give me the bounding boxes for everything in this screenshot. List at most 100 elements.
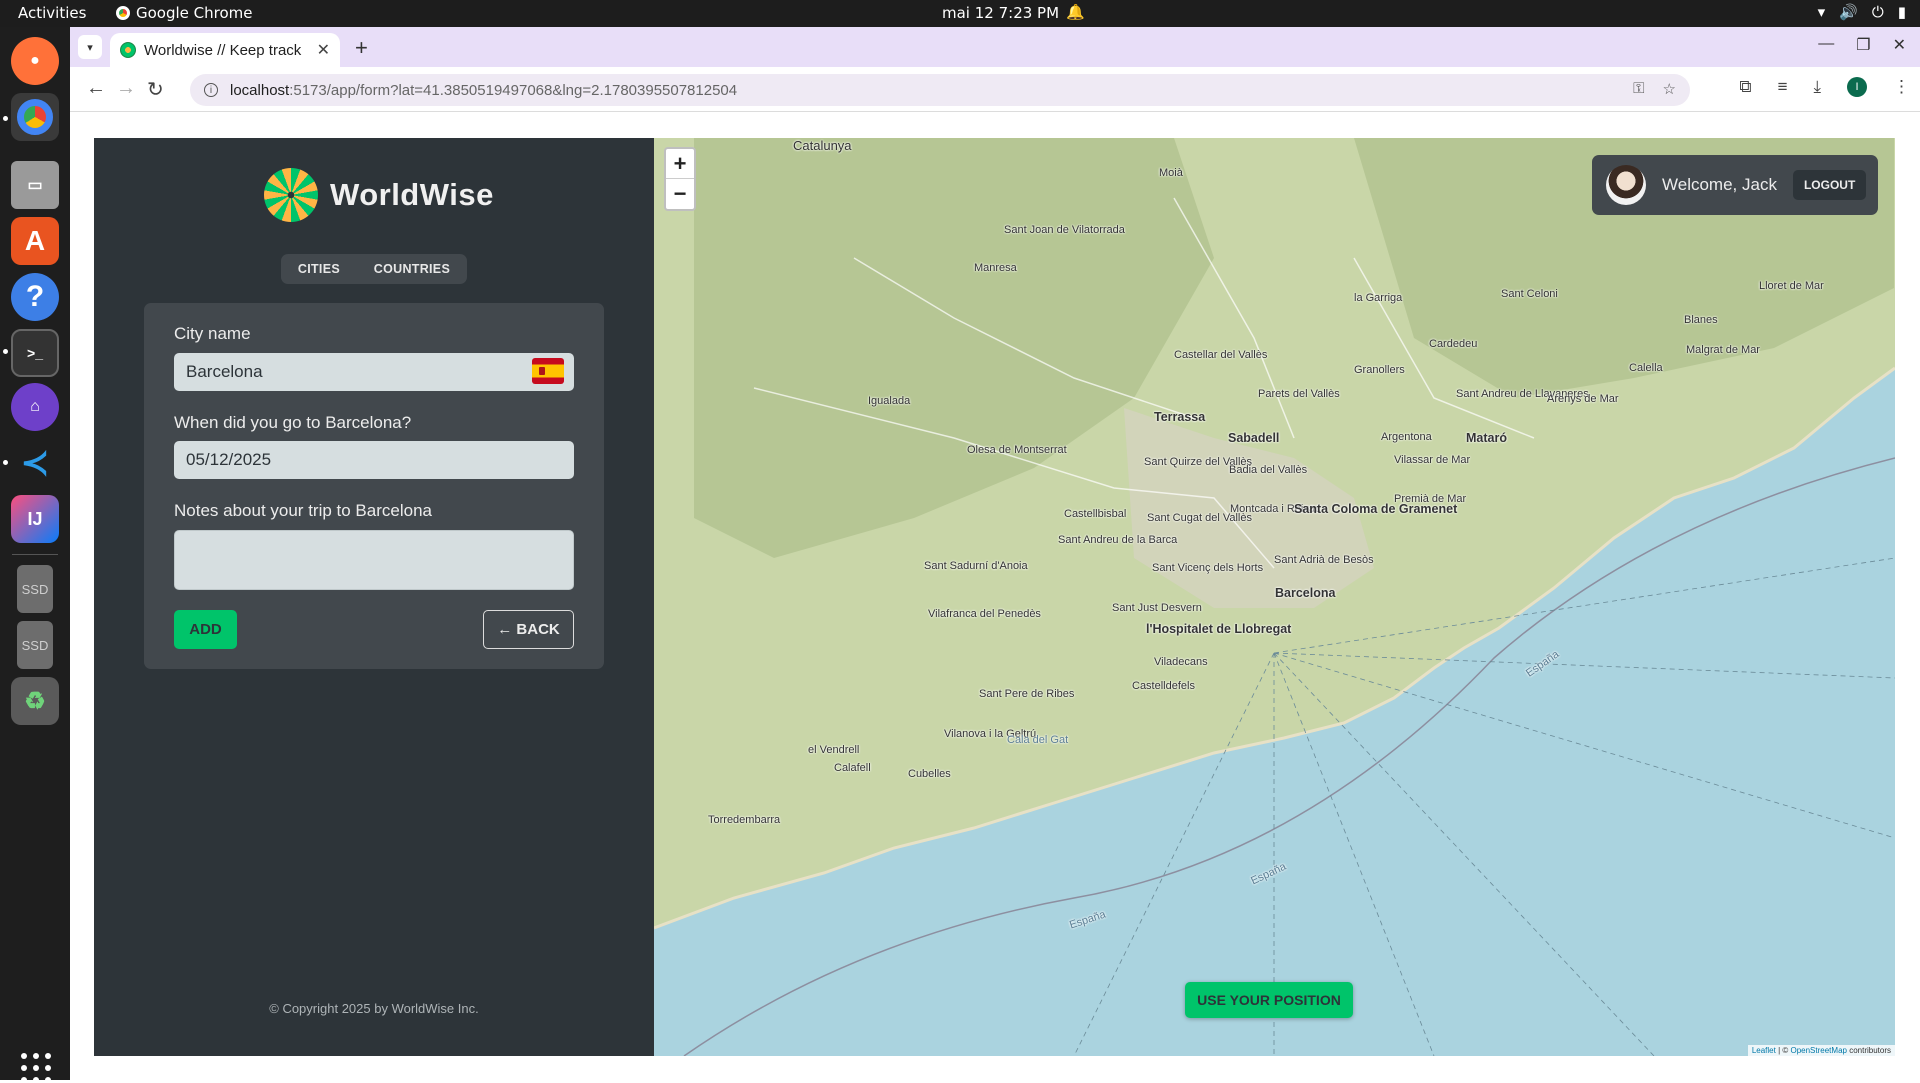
help-icon[interactable]: ? [11, 273, 59, 321]
app-nav: CITIES COUNTRIES [281, 254, 467, 284]
intellij-icon[interactable]: IJ [11, 495, 59, 543]
app-center-icon[interactable]: A [11, 217, 59, 265]
profile-avatar[interactable]: I [1847, 77, 1867, 97]
worldwise-app: WorldWise CITIES COUNTRIES City name Bar… [94, 138, 1895, 1056]
trash-icon[interactable]: ♻ [11, 677, 59, 725]
attribution-suffix: contributors [1846, 1046, 1891, 1055]
logout-button[interactable]: LOGOUT [1792, 170, 1867, 200]
terminal-icon[interactable]: >_ [11, 329, 59, 377]
vscode-icon[interactable]: ≺ [11, 439, 59, 487]
reload-icon[interactable]: ↻ [147, 77, 164, 102]
map-label: Sant Pere de Ribes [979, 688, 1075, 700]
map-label: Calafell [834, 762, 871, 774]
map-label: Sant Celoni [1501, 288, 1558, 300]
map-label: Arenys de Mar [1547, 393, 1619, 405]
show-apps-icon[interactable] [21, 1053, 51, 1083]
date-input[interactable]: 05/12/2025 [174, 441, 574, 479]
tab-search-button[interactable]: ▾ [78, 35, 102, 59]
site-info-icon[interactable]: i [204, 83, 218, 97]
add-button[interactable]: ADD [174, 610, 237, 649]
app-menu[interactable]: Google Chrome [116, 4, 253, 22]
date-value: 05/12/2025 [186, 450, 272, 469]
map-label: Torredembarra [708, 814, 781, 826]
url-path: :5173/app/form?lat=41.3850519497068&lng=… [289, 81, 738, 99]
downloads-icon[interactable]: ⤓ [1813, 77, 1821, 97]
window-controls: — ❐ ✕ [1818, 35, 1906, 55]
avatar [1606, 165, 1646, 205]
map-label: Cubelles [908, 768, 951, 780]
map-label: Cala del Gat [1007, 734, 1069, 746]
map-label: Calella [1629, 362, 1663, 374]
forward-arrow-icon[interactable]: → [116, 77, 136, 100]
worldwise-logo-icon [264, 168, 318, 222]
running-indicator [3, 349, 8, 354]
map-label: Argentona [1381, 431, 1432, 443]
restore-icon[interactable]: ❐ [1856, 35, 1870, 55]
password-key-icon[interactable]: ⚿ [1633, 80, 1644, 98]
zoom-in-button[interactable]: + [666, 149, 694, 179]
chrome-dock-icon[interactable] [11, 93, 59, 141]
map-label: Igualada [868, 395, 911, 407]
activities-button[interactable]: Activities [18, 4, 86, 22]
back-arrow-icon[interactable]: ← [86, 77, 106, 100]
map-label: Badia del Vallès [1229, 464, 1308, 476]
dock: ● ▭ A ? >_ ⌂ ≺ IJ SSD SSD ♻ [0, 27, 70, 1083]
map-attribution: Leaflet | © OpenStreetMap contributors [1747, 1045, 1895, 1056]
dock-separator [12, 554, 58, 555]
osm-link[interactable]: OpenStreetMap [1790, 1046, 1846, 1055]
map-label: Santa Coloma de Gramenet [1294, 502, 1458, 516]
copyright: © Copyright 2025 by WorldWise Inc. [269, 1001, 479, 1016]
map-label: Sant Andreu de la Barca [1058, 534, 1178, 546]
browser-toolbar: ← → ↻ i localhost:5173/app/form?lat=41.3… [70, 67, 1920, 112]
leaflet-link[interactable]: Leaflet [1752, 1046, 1776, 1055]
back-button[interactable]: ← BACK [483, 610, 574, 649]
map-label: la Garriga [1354, 292, 1403, 304]
bookmark-star-icon[interactable]: ☆ [1663, 80, 1676, 98]
notes-textarea[interactable] [174, 530, 574, 590]
system-top-bar: Activities Google Chrome mai 12 7:23 PM … [0, 0, 1920, 27]
worldwise-favicon-icon [120, 42, 136, 58]
notes-label: Notes about your trip to Barcelona [174, 501, 432, 520]
spain-flag-icon [532, 358, 564, 384]
map-label: Barcelona [1275, 586, 1336, 600]
sidebar: WorldWise CITIES COUNTRIES City name Bar… [94, 138, 654, 1056]
map[interactable]: Catalunya Moià Sant Joan de Vilatorrada … [654, 138, 1895, 1056]
tab-cities[interactable]: CITIES [298, 262, 340, 276]
chrome-menu-icon[interactable]: ⋮ [1893, 77, 1910, 97]
map-label: Vilassar de Mar [1394, 454, 1471, 466]
address-bar[interactable]: i localhost:5173/app/form?lat=41.3850519… [190, 74, 1690, 106]
tab-title: Worldwise // Keep track [144, 41, 302, 59]
battery-icon: ▮ [1897, 3, 1906, 21]
use-position-button[interactable]: USE YOUR POSITION [1185, 982, 1353, 1018]
map-label: Sant Sadurní d'Anoia [924, 560, 1028, 572]
map-label: Mataró [1466, 431, 1507, 445]
firefox-icon[interactable]: ● [11, 37, 59, 85]
map-label: el Vendrell [808, 744, 860, 756]
tab-worldwise[interactable]: Worldwise // Keep track ✕ [110, 33, 340, 67]
extensions-icon[interactable]: ⧉ [1739, 77, 1751, 97]
map-label: Castelldefels [1132, 680, 1195, 692]
tab-countries[interactable]: COUNTRIES [374, 262, 450, 276]
ssd-drive-icon[interactable]: SSD [17, 621, 53, 669]
close-window-icon[interactable]: ✕ [1893, 35, 1906, 55]
map-label: Vilafranca del Penedès [928, 608, 1041, 620]
minimize-icon[interactable]: — [1818, 35, 1834, 55]
city-form: City name Barcelona When did you go to B… [144, 303, 604, 669]
close-tab-icon[interactable]: ✕ [317, 40, 330, 60]
map-label: Moià [1159, 167, 1183, 179]
clock[interactable]: mai 12 7:23 PM [942, 4, 1059, 22]
zoom-control: + − [664, 147, 696, 211]
running-indicator [3, 460, 8, 465]
city-name-input[interactable]: Barcelona [174, 353, 574, 391]
notification-bell-icon[interactable]: 🔔 [1066, 3, 1085, 21]
new-tab-button[interactable]: + [355, 35, 368, 61]
map-label: Sant Adrià de Besòs [1274, 554, 1374, 566]
github-desktop-icon[interactable]: ⌂ [11, 383, 59, 431]
ssd-drive-icon[interactable]: SSD [17, 565, 53, 613]
media-controls-icon[interactable]: ≡ [1778, 77, 1788, 97]
system-tray[interactable]: ▾ 🔊 ⏻ ▮ [1818, 3, 1906, 21]
map-label: Parets del Vallès [1258, 388, 1340, 400]
zoom-out-button[interactable]: − [666, 179, 694, 209]
files-icon[interactable]: ▭ [11, 161, 59, 209]
logo[interactable]: WorldWise [264, 168, 494, 222]
